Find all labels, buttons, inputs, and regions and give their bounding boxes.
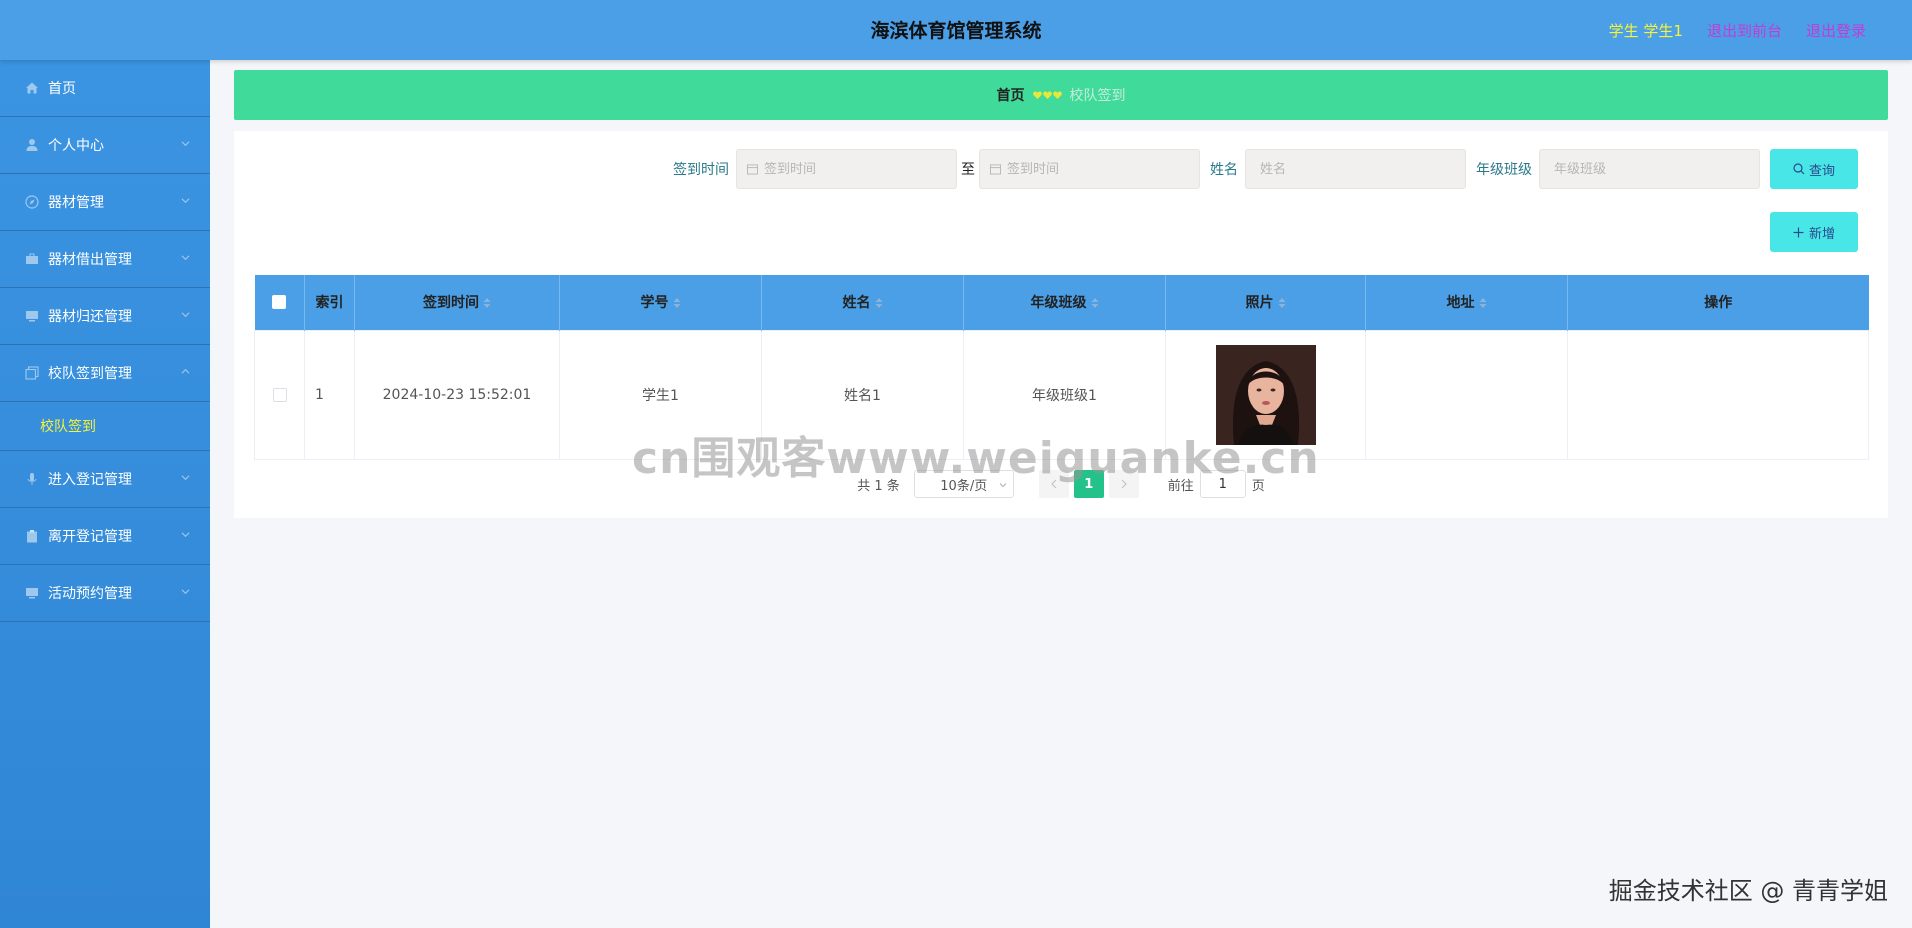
table-header-row: 索引 签到时间 学号 姓名 年级班级 照片 地址 操作 [254,275,1869,330]
checkin-end-date-input[interactable] [979,149,1200,189]
sidebar: 首页 个人中心 器材管理 器材借出管理 器材归还管理 校队签到管理 校队签到 进… [0,60,210,928]
plus-icon [1793,227,1804,237]
sidebar-item-label: 活动预约管理 [48,586,132,602]
heart-separator-icon [1032,91,1062,99]
column-header-actions: 操作 [1567,275,1869,330]
class-input[interactable] [1539,149,1760,189]
row-select-cell [254,329,305,460]
cell-actions [1567,329,1869,460]
column-header-name[interactable]: 姓名 [761,275,964,330]
cell-checkin-time: 2024-10-23 15:52:01 [354,329,560,460]
select-all-checkbox[interactable] [272,295,287,310]
checkin-start-date-field[interactable] [764,161,956,177]
sidebar-subitem-team-checkin[interactable]: 校队签到 [0,402,210,451]
column-header-class[interactable]: 年级班级 [963,275,1166,330]
chevron-down-icon [181,198,190,204]
cell-address [1365,329,1568,460]
monitor-icon [25,309,39,323]
class-label: 年级班级 [1476,162,1532,178]
back-to-front-link[interactable]: 退出到前台 [1707,20,1782,41]
logout-link[interactable]: 退出登录 [1806,20,1866,41]
sidebar-item-label: 器材归还管理 [48,309,132,325]
chevron-down-icon [181,141,190,147]
sidebar-item-equipment-lending[interactable]: 器材借出管理 [0,231,210,288]
sort-icon[interactable] [875,297,883,309]
add-button-label: 新增 [1808,226,1835,242]
column-header-photo[interactable]: 照片 [1165,275,1366,330]
name-input[interactable] [1245,149,1466,189]
column-header-label: 签到时间 [423,295,479,312]
search-icon [1793,163,1805,175]
chevron-down-icon [181,475,190,481]
site-watermark: cn围观客www.weiguanke.cn [632,433,1320,484]
column-header-label: 地址 [1446,295,1475,312]
column-header-label: 姓名 [842,295,871,312]
row-checkbox[interactable] [272,387,287,402]
briefcase-icon [25,252,39,266]
checkin-end-date-field[interactable] [1007,161,1199,177]
sidebar-item-label: 离开登记管理 [48,529,132,545]
column-header-student-id[interactable]: 学号 [559,275,762,330]
add-button[interactable]: 新增 [1770,212,1858,252]
chevron-down-icon [181,255,190,261]
copy-icon [25,366,39,380]
name-field[interactable] [1260,161,1465,177]
sidebar-item-leave-registration[interactable]: 离开登记管理 [0,508,210,565]
sidebar-item-label: 器材借出管理 [48,252,132,268]
chevron-down-icon [181,532,190,538]
checkin-time-label: 签到时间 [673,162,729,178]
sidebar-item-label: 器材管理 [48,195,104,211]
sort-icon[interactable] [1278,297,1286,309]
column-header-checkin-time[interactable]: 签到时间 [354,275,560,330]
column-header-address[interactable]: 地址 [1365,275,1568,330]
sort-icon[interactable] [483,297,491,309]
compass-icon [25,195,39,209]
header-links: 学生 学生1 退出到前台 退出登录 [1609,0,1866,60]
column-header-label: 照片 [1245,295,1274,312]
checkin-start-date-input[interactable] [736,149,957,189]
select-all-cell [254,275,305,330]
search-form: 签到时间 至 姓名 年级班级 查询 [673,149,1858,189]
chevron-up-icon [181,368,190,374]
sidebar-item-label: 首页 [48,81,76,97]
clipboard-icon [25,529,39,543]
top-header: 海滨体育馆管理系统 学生 学生1 退出到前台 退出登录 [0,0,1912,60]
sidebar-item-label: 个人中心 [48,138,104,154]
user-icon [25,138,39,152]
breadcrumb-current: 校队签到 [1069,88,1126,104]
chevron-down-icon [181,589,190,595]
calendar-icon [747,164,759,175]
home-icon [25,81,39,95]
sidebar-item-home[interactable]: 首页 [0,60,210,117]
name-label: 姓名 [1210,162,1238,178]
sort-icon[interactable] [1479,297,1487,309]
corner-watermark: 掘金技术社区 @ 青青学姐 [1608,877,1888,905]
sidebar-item-equipment-return[interactable]: 器材归还管理 [0,288,210,345]
column-header-index: 索引 [304,275,355,330]
cell-index: 1 [304,329,355,460]
sidebar-item-label: 进入登记管理 [48,472,132,488]
sidebar-item-equipment[interactable]: 器材管理 [0,174,210,231]
query-button[interactable]: 查询 [1770,149,1858,189]
chevron-down-icon [181,312,190,318]
calendar-icon [990,164,1002,175]
breadcrumb: 首页 校队签到 [234,70,1888,120]
sidebar-item-activity-booking[interactable]: 活动预约管理 [0,565,210,622]
column-header-label: 学号 [640,295,669,312]
sort-icon[interactable] [1091,297,1099,309]
sidebar-item-personal-center[interactable]: 个人中心 [0,117,210,174]
monitor-icon [25,586,39,600]
column-header-label: 年级班级 [1030,295,1087,312]
sort-icon[interactable] [673,297,681,309]
current-user-label: 学生 学生1 [1608,21,1683,40]
date-range-separator: 至 [961,162,975,178]
class-field[interactable] [1554,161,1759,177]
sidebar-item-label: 校队签到管理 [48,366,132,382]
query-button-label: 查询 [1808,163,1835,179]
breadcrumb-home[interactable]: 首页 [997,85,1025,105]
sidebar-item-team-checkin[interactable]: 校队签到管理 [0,345,210,402]
sidebar-item-entry-registration[interactable]: 进入登记管理 [0,451,210,508]
microphone-icon [25,472,39,486]
